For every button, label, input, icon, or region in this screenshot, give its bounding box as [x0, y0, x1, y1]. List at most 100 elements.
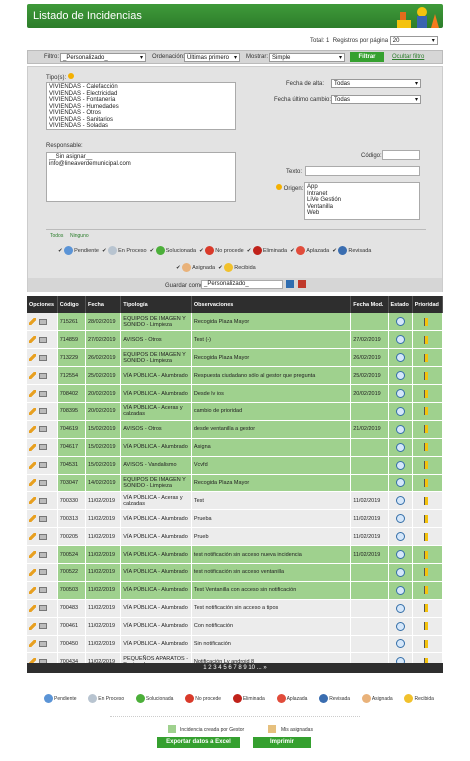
row-options[interactable]	[27, 527, 58, 547]
row-estado[interactable]	[388, 617, 413, 636]
row-prioridad[interactable]	[412, 509, 444, 529]
col-tipologia[interactable]: Tipología	[120, 296, 192, 313]
table-row[interactable]: 704617 15/02/2019 VÍA PÚBLICA - Alumbrado A…	[27, 438, 444, 457]
row-prioridad[interactable]	[412, 581, 444, 600]
ocultar-filtro-link[interactable]: Ocultar filtro	[392, 54, 424, 60]
row-options[interactable]	[27, 599, 58, 618]
imprimir-button[interactable]: Imprimir	[253, 737, 311, 748]
table-row[interactable]: 700330 11/02/2019 VÍA PÚBLICA - Aceras y c…	[27, 491, 444, 511]
guardar-input[interactable]: _Personalizado_	[201, 280, 283, 289]
row-prioridad[interactable]	[412, 330, 444, 350]
col-observaciones[interactable]: Observaciones	[191, 296, 352, 313]
checkbox-revisada[interactable]: ✔ Revisada	[332, 246, 371, 256]
row-estado[interactable]	[388, 527, 413, 547]
row-prioridad[interactable]	[412, 617, 444, 636]
row-estado[interactable]	[388, 420, 413, 439]
row-options[interactable]	[27, 545, 58, 564]
row-estado[interactable]	[388, 456, 413, 475]
table-row[interactable]: 700524 11/02/2019 VÍA PÚBLICA - Alumbrado t…	[27, 545, 444, 564]
row-prioridad[interactable]	[412, 545, 444, 564]
row-options[interactable]	[27, 563, 58, 582]
checkbox-asignada[interactable]: ✔ Asignada	[176, 263, 215, 273]
fecha-cambio-select[interactable]: Todas	[331, 95, 421, 104]
save-icon[interactable]	[286, 280, 294, 288]
table-row[interactable]: 713229 26/02/2019 EQUIPOS DE IMAGEN Y SONI…	[27, 348, 444, 368]
col-opciones[interactable]: Opciones	[27, 296, 58, 313]
codigo-input[interactable]	[382, 150, 420, 160]
table-row[interactable]: 704619 15/02/2019 AVISOS - Otros desde vent…	[27, 420, 444, 439]
table-row[interactable]: 715261 28/02/2019 EQUIPOS DE IMAGEN Y SONI…	[27, 313, 444, 332]
row-estado[interactable]	[388, 330, 413, 350]
table-row[interactable]: 704531 15/02/2019 AVISOS - Vandalismo Vcvfd	[27, 456, 444, 475]
row-prioridad[interactable]	[412, 384, 444, 403]
row-estado[interactable]	[388, 384, 413, 403]
table-row[interactable]: 700450 11/02/2019 VÍA PÚBLICA - Alumbrado S…	[27, 635, 444, 654]
row-options[interactable]	[27, 420, 58, 439]
row-estado[interactable]	[388, 366, 413, 386]
row-options[interactable]	[27, 491, 58, 511]
checkbox-no-procede[interactable]: ✔ No procede	[199, 246, 244, 256]
filtro-select[interactable]: _Personalizado_	[60, 53, 146, 62]
row-prioridad[interactable]	[412, 402, 444, 421]
row-estado[interactable]	[388, 438, 413, 457]
table-row[interactable]: 700483 11/02/2019 VÍA PÚBLICA - Alumbrado T…	[27, 599, 444, 618]
fecha-alta-select[interactable]: Todas	[331, 79, 421, 88]
row-options[interactable]	[27, 581, 58, 600]
row-prioridad[interactable]	[412, 474, 444, 493]
checkbox-en-proceso[interactable]: ✔ En Proceso	[102, 246, 147, 256]
row-options[interactable]	[27, 348, 58, 368]
row-prioridad[interactable]	[412, 491, 444, 511]
filtrar-button[interactable]: Filtrar	[350, 52, 384, 62]
table-row[interactable]: 708402 20/02/2019 VÍA PÚBLICA - Alumbrado D…	[27, 384, 444, 403]
table-row[interactable]: 708395 20/02/2019 VÍA PÚBLICA - Aceras y c…	[27, 402, 444, 421]
table-row[interactable]: 700503 11/02/2019 VÍA PÚBLICA - Alumbrado T…	[27, 581, 444, 600]
table-row[interactable]: 700461 11/02/2019 VÍA PÚBLICA - Alumbrado C…	[27, 617, 444, 636]
row-estado[interactable]	[388, 581, 413, 600]
row-prioridad[interactable]	[412, 420, 444, 439]
row-prioridad[interactable]	[412, 635, 444, 654]
table-row[interactable]: 700313 11/02/2019 VÍA PÚBLICA - Alumbrado P…	[27, 509, 444, 529]
table-row[interactable]: 714859 27/02/2019 AVISOS - Otros Test (-) 27…	[27, 330, 444, 350]
pager[interactable]: 1 2 3 4 5 6 7 8 9 10 ... »	[27, 663, 443, 673]
row-options[interactable]	[27, 474, 58, 493]
table-row[interactable]: 703047 14/02/2019 EQUIPOS DE IMAGEN Y SONI…	[27, 474, 444, 493]
col-fecha[interactable]: Fecha	[85, 296, 122, 313]
row-estado[interactable]	[388, 491, 413, 511]
row-estado[interactable]	[388, 545, 413, 564]
checkbox-solucionada[interactable]: ✔ Solucionada	[150, 246, 196, 256]
row-options[interactable]	[27, 330, 58, 350]
responsable-listbox[interactable]: __Sin asignar__ info@lineaverdemunicipal.…	[46, 152, 236, 202]
row-options[interactable]	[27, 509, 58, 529]
table-row[interactable]: 712554 25/02/2019 VÍA PÚBLICA - Alumbrado R…	[27, 366, 444, 386]
row-options[interactable]	[27, 366, 58, 386]
row-prioridad[interactable]	[412, 599, 444, 618]
row-options[interactable]	[27, 456, 58, 475]
row-options[interactable]	[27, 313, 58, 332]
row-prioridad[interactable]	[412, 563, 444, 582]
table-row[interactable]: 700205 11/02/2019 VÍA PÚBLICA - Alumbrado P…	[27, 527, 444, 547]
row-estado[interactable]	[388, 599, 413, 618]
delete-icon[interactable]	[298, 280, 306, 288]
col-fecha-mod[interactable]: Fecha Mod.	[350, 296, 389, 313]
checkbox-pendiente[interactable]: ✔ Pendiente	[58, 246, 99, 256]
table-row[interactable]: 700522 11/02/2019 VÍA PÚBLICA - Alumbrado t…	[27, 563, 444, 582]
row-options[interactable]	[27, 384, 58, 403]
row-prioridad[interactable]	[412, 527, 444, 547]
row-options[interactable]	[27, 402, 58, 421]
col-prioridad[interactable]: Prioridad	[412, 296, 444, 313]
row-prioridad[interactable]	[412, 366, 444, 386]
exportar-button[interactable]: Exportar datos a Excel	[157, 737, 240, 748]
row-options[interactable]	[27, 635, 58, 654]
ninguno-link[interactable]: Ninguno	[70, 233, 89, 239]
origen-listbox[interactable]: App Intranet LiVe Gestión Ventanilla Web	[304, 182, 420, 220]
row-estado[interactable]	[388, 402, 413, 421]
col-estado[interactable]: Estado	[388, 296, 413, 313]
checkbox-recibida[interactable]: ✔ Recibida	[218, 263, 256, 273]
row-prioridad[interactable]	[412, 438, 444, 457]
todos-link[interactable]: Todos	[50, 233, 63, 239]
row-prioridad[interactable]	[412, 313, 444, 332]
row-estado[interactable]	[388, 348, 413, 368]
checkbox-aplazada[interactable]: ✔ Aplazada	[290, 246, 329, 256]
row-estado[interactable]	[388, 635, 413, 654]
row-prioridad[interactable]	[412, 456, 444, 475]
